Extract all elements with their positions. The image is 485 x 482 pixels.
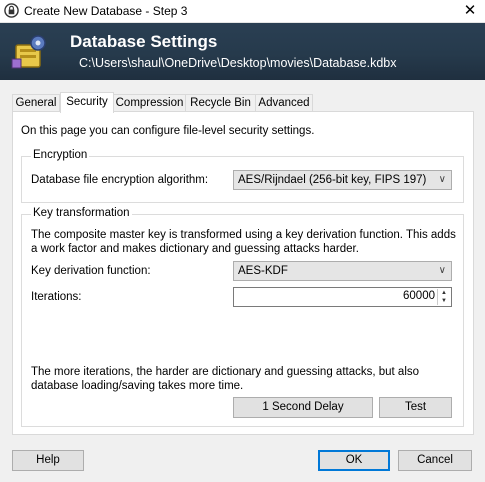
ok-button[interactable]: OK: [318, 450, 390, 471]
tab-advanced[interactable]: Advanced: [255, 94, 313, 112]
tab-security[interactable]: Security: [60, 92, 114, 113]
help-button[interactable]: Help: [12, 450, 84, 471]
tab-compression[interactable]: Compression: [113, 94, 186, 112]
database-path: C:\Users\shaul\OneDrive\Desktop\movies\D…: [79, 56, 397, 70]
security-panel: On this page you can configure file-leve…: [12, 111, 474, 435]
chevron-down-icon: ∨: [438, 174, 446, 185]
tab-general[interactable]: General: [12, 94, 60, 112]
kdf-value: AES-KDF: [238, 265, 288, 277]
algorithm-label: Database file encryption algorithm:: [31, 174, 209, 186]
tab-recycle-bin[interactable]: Recycle Bin: [185, 94, 256, 112]
key-transformation-group-label: Key transformation: [31, 207, 132, 219]
iterations-value: 60000: [403, 290, 435, 302]
iterations-spinner[interactable]: 60000 ▲ ▼: [233, 287, 452, 307]
test-button[interactable]: Test: [379, 397, 452, 418]
close-button[interactable]: ✕: [455, 0, 485, 22]
iterations-label: Iterations:: [31, 291, 82, 303]
banner-title: Database Settings: [70, 32, 218, 51]
kdf-select[interactable]: AES-KDF ∨: [233, 261, 452, 281]
header-banner: Database Settings C:\Users\shaul\OneDriv…: [0, 23, 485, 80]
intro-text: On this page you can configure file-leve…: [21, 125, 315, 137]
chevron-down-icon: ∨: [438, 265, 446, 276]
cancel-button[interactable]: Cancel: [398, 450, 472, 471]
kdf-label: Key derivation function:: [31, 265, 151, 277]
keepass-lock-icon: [4, 3, 19, 18]
spin-arrows-icon[interactable]: ▲ ▼: [437, 289, 450, 305]
title-bar: Create New Database - Step 3 ✕: [0, 0, 485, 23]
kdf-description: The composite master key is transformed …: [31, 229, 456, 255]
iterations-note: The more iterations, the harder are dict…: [31, 366, 420, 392]
encryption-group: Encryption Database file encryption algo…: [21, 149, 464, 203]
encryption-group-label: Encryption: [31, 149, 90, 161]
database-settings-icon: [11, 35, 46, 69]
window-title: Create New Database - Step 3: [24, 4, 188, 18]
encryption-algorithm-select[interactable]: AES/Rijndael (256-bit key, FIPS 197) ∨: [233, 170, 452, 190]
key-transformation-group: Key transformation The composite master …: [21, 207, 464, 427]
one-second-delay-button[interactable]: 1 Second Delay: [233, 397, 373, 418]
encryption-algorithm-value: AES/Rijndael (256-bit key, FIPS 197): [238, 174, 427, 186]
